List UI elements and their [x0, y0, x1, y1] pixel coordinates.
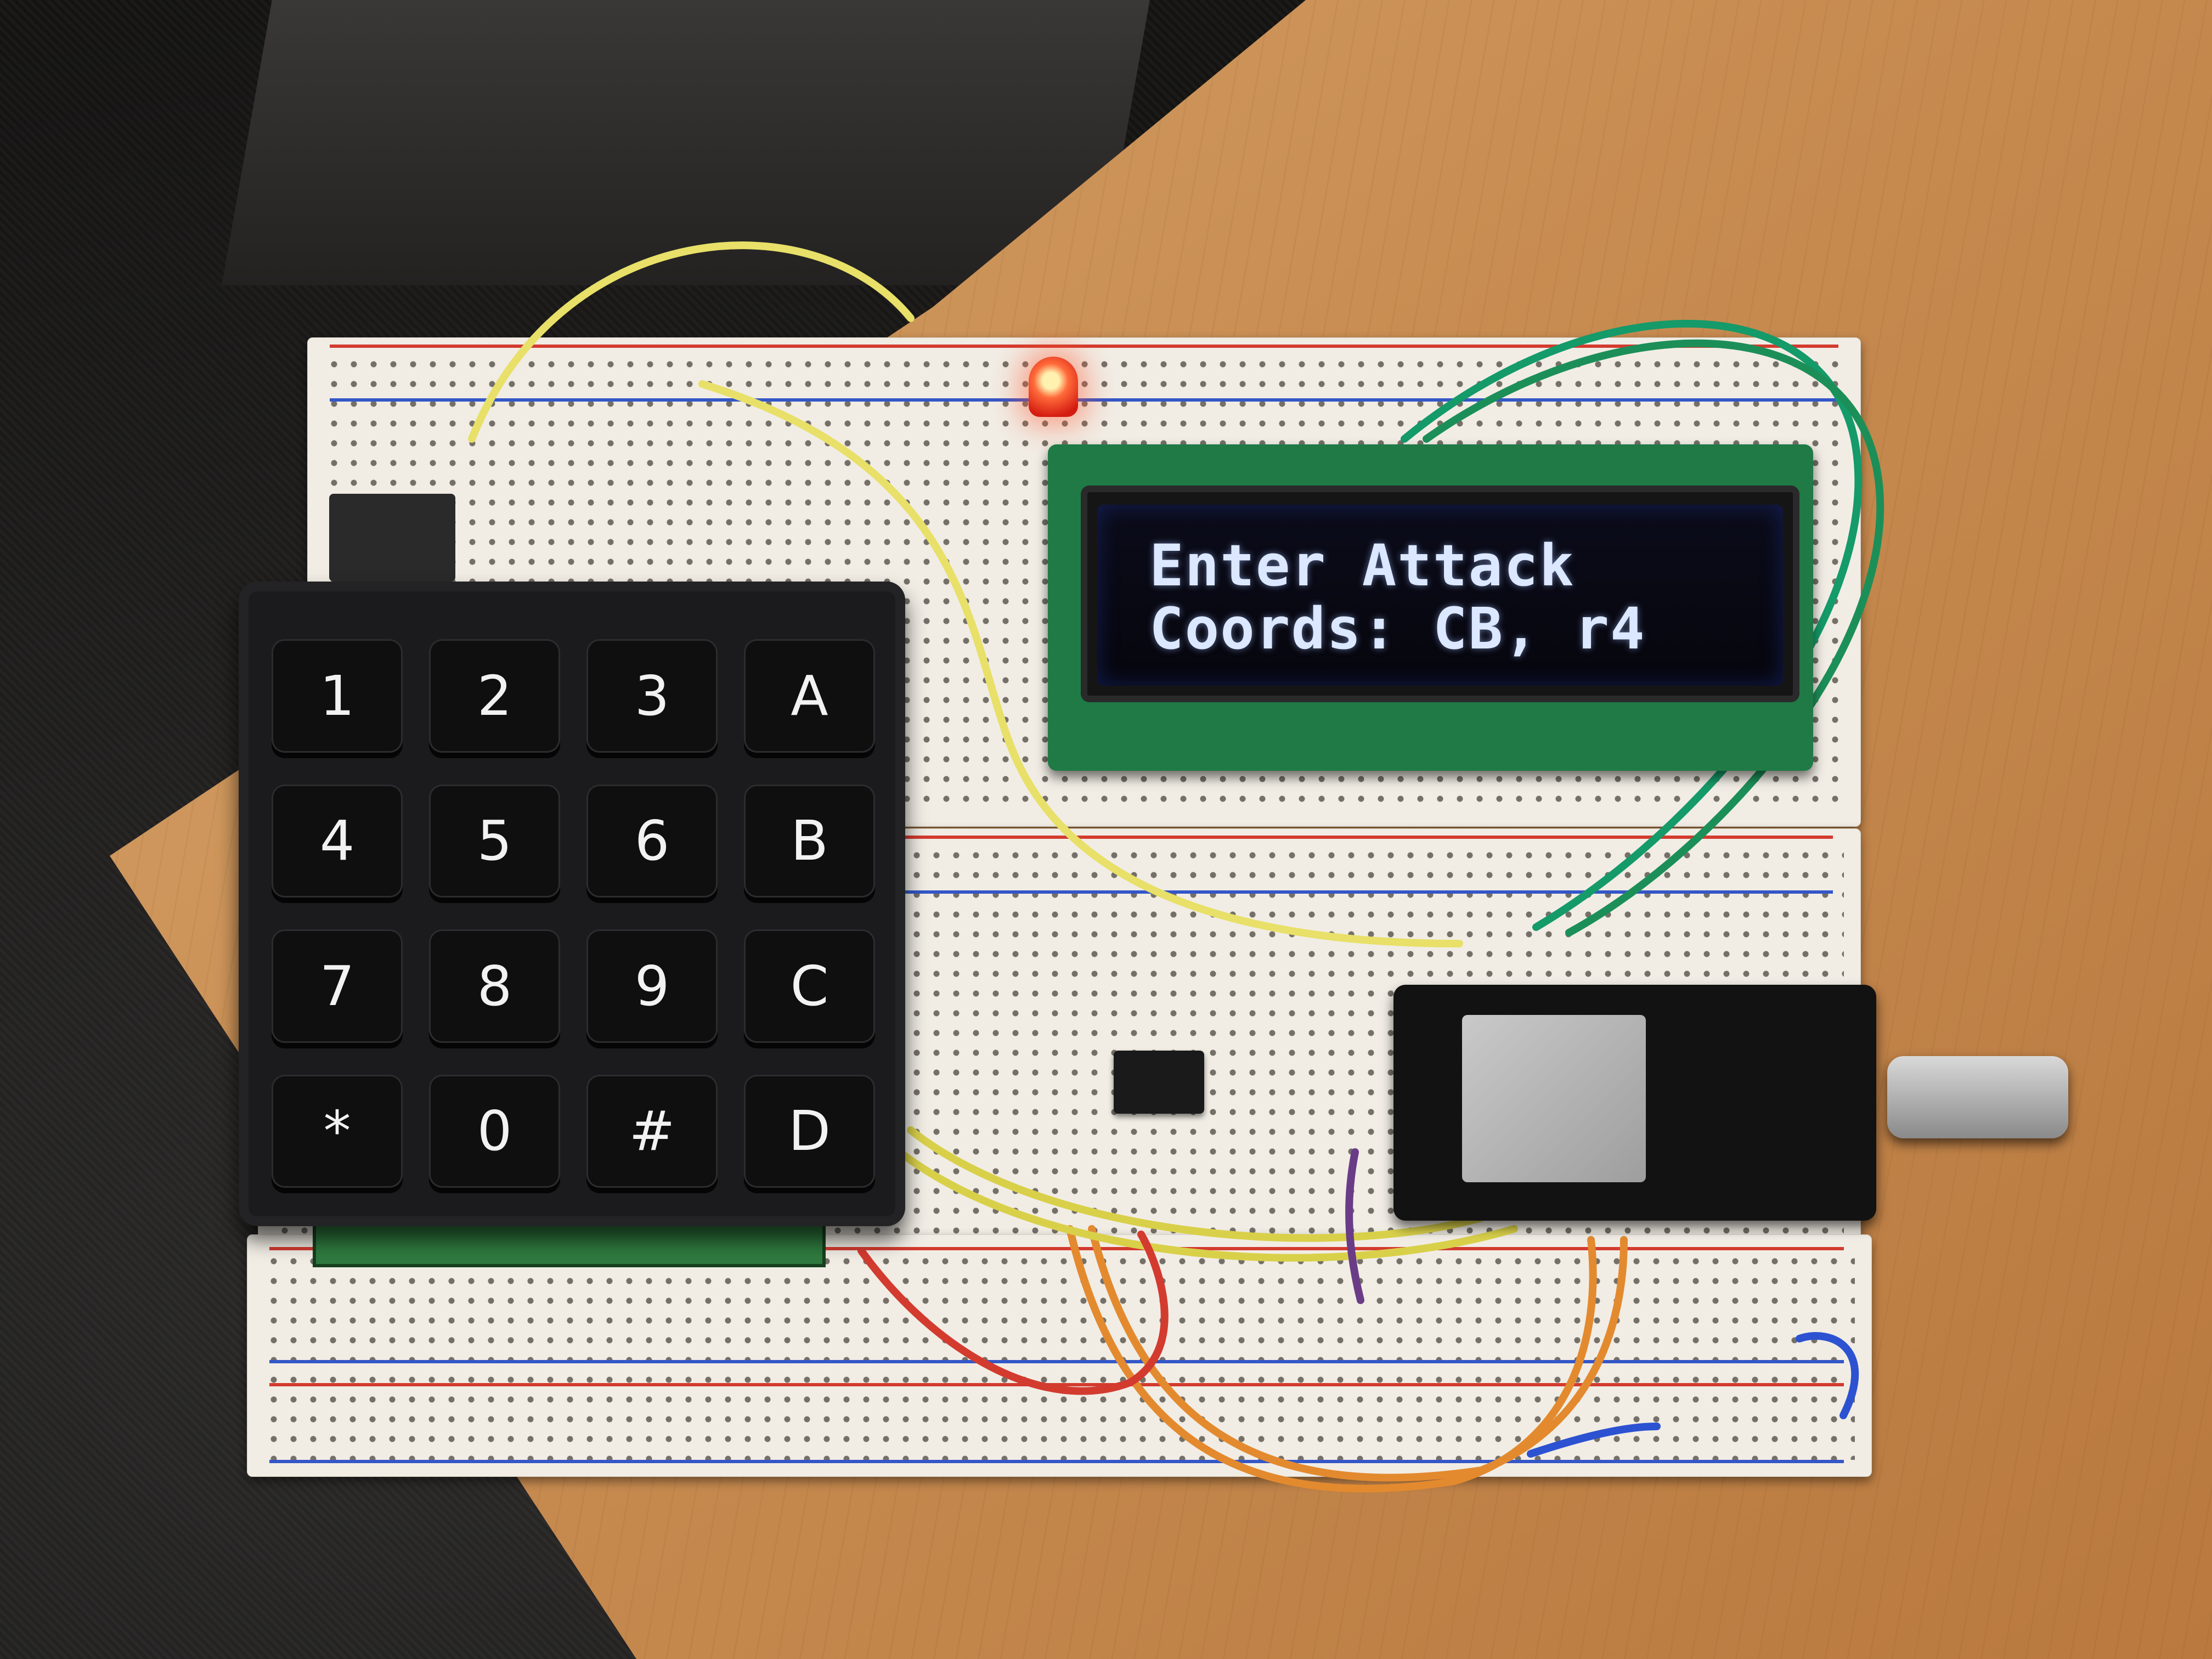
esp32-module-shield: [1462, 1015, 1646, 1182]
keypad-key[interactable]: *: [272, 1074, 403, 1188]
keypad-key[interactable]: D: [744, 1074, 875, 1188]
purple-wire: [1345, 1148, 1364, 1304]
photo-scene: Enter Attack Coords: CB, r4 1 2 3 A 4 5 …: [0, 0, 2212, 1659]
keypad-key[interactable]: 4: [272, 784, 403, 898]
lcd-line-2: Coords: CB, r4: [1149, 595, 1646, 662]
voltage-regulator: [329, 494, 455, 582]
keypad-4x4: 1 2 3 A 4 5 6 B 7 8 9 C * 0 # D: [239, 582, 905, 1226]
keypad-key[interactable]: 0: [429, 1074, 560, 1188]
keypad-key[interactable]: 7: [272, 929, 403, 1043]
keypad-key[interactable]: C: [744, 929, 875, 1043]
keypad-header-pcb: [313, 1221, 826, 1267]
blue-wire: [1796, 1332, 1859, 1419]
led-red: [1029, 357, 1078, 417]
keypad-key[interactable]: B: [744, 784, 875, 898]
keypad-key[interactable]: 3: [586, 639, 718, 753]
lcd-line-1: Enter Attack: [1149, 532, 1575, 599]
keypad-key[interactable]: 9: [586, 929, 718, 1043]
keypad-key[interactable]: 2: [429, 639, 560, 753]
keypad-grid: 1 2 3 A 4 5 6 B 7 8 9 C * 0 # D: [272, 639, 875, 1188]
usb-cable-connector: [1887, 1056, 2068, 1138]
keypad-key[interactable]: 6: [586, 784, 718, 898]
keypad-key[interactable]: 8: [429, 929, 560, 1043]
keypad-key[interactable]: 5: [429, 784, 560, 898]
yellow-wire: [468, 241, 915, 443]
keypad-key[interactable]: A: [744, 639, 875, 753]
keypad-key[interactable]: 1: [272, 639, 403, 753]
ic-chip: [1114, 1051, 1204, 1114]
keypad-key[interactable]: #: [586, 1074, 718, 1188]
orange-wire: [1088, 1225, 1628, 1482]
